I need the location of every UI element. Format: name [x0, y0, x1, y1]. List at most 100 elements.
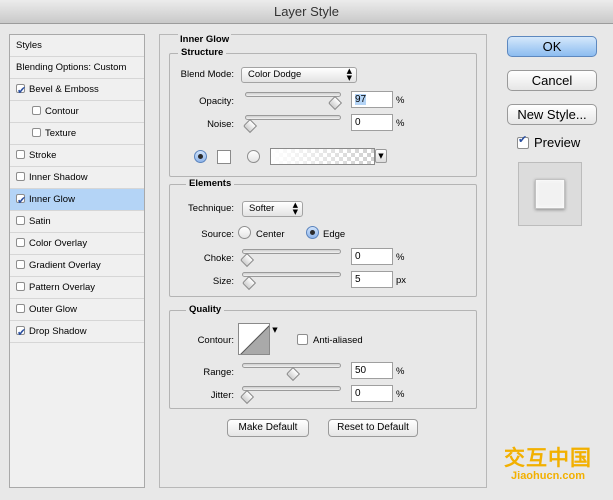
style-list-item[interactable]: Texture	[10, 123, 144, 145]
style-list-label: Satin	[29, 216, 51, 227]
style-list-label: Texture	[45, 128, 77, 139]
style-list-item[interactable]: Inner Glow	[10, 189, 144, 211]
range-label: Range:	[203, 367, 234, 378]
reset-default-button[interactable]: Reset to Default	[328, 419, 418, 437]
choke-label: Choke:	[203, 253, 234, 264]
contour-label: Contour:	[197, 335, 234, 346]
elements-title: Elements	[186, 178, 235, 189]
opacity-value: 97	[355, 94, 367, 105]
style-list-label: Contour	[45, 106, 79, 117]
gradient-picker[interactable]	[270, 148, 375, 165]
quality-title: Quality	[186, 304, 225, 315]
range-slider-thumb[interactable]	[285, 366, 300, 382]
contour-picker[interactable]	[238, 323, 270, 355]
inner-glow-panel: Inner Glow Structure Blend Mode: Color D…	[159, 34, 487, 488]
technique-select[interactable]: Softer ▲ ▼	[242, 201, 303, 217]
structure-group: Structure Blend Mode: Color Dodge ▲ ▼ Opa…	[169, 47, 477, 177]
technique-value: Softer	[249, 203, 275, 214]
style-checkbox[interactable]	[16, 304, 25, 313]
contour-dropdown-icon[interactable]: ▼	[271, 324, 279, 338]
watermark: 交互中国 Jiaohucn.com	[498, 442, 598, 482]
style-checkbox[interactable]	[16, 260, 25, 269]
noise-slider-thumb[interactable]	[242, 118, 258, 134]
style-list-item[interactable]: Drop Shadow	[10, 321, 144, 343]
noise-label: Noise:	[207, 119, 234, 130]
size-slider[interactable]	[242, 272, 341, 277]
style-checkbox[interactable]	[32, 128, 41, 137]
style-list-label: Pattern Overlay	[29, 282, 95, 293]
style-checkbox[interactable]	[32, 106, 41, 115]
style-list-item[interactable]: Pattern Overlay	[10, 277, 144, 299]
choke-field[interactable]: 0	[351, 248, 393, 265]
style-list-label: Color Overlay	[29, 238, 88, 249]
style-list-item[interactable]: Outer Glow	[10, 299, 144, 321]
style-list-item[interactable]: Satin	[10, 211, 144, 233]
style-checkbox[interactable]	[16, 216, 25, 225]
glow-color-swatch[interactable]	[217, 150, 231, 164]
opacity-unit: %	[396, 95, 405, 106]
style-checkbox[interactable]	[16, 238, 25, 247]
style-list-label: Inner Shadow	[29, 172, 88, 183]
style-list-item[interactable]: Gradient Overlay	[10, 255, 144, 277]
size-label: Size:	[212, 276, 234, 287]
opacity-label: Opacity:	[199, 96, 234, 107]
opacity-slider[interactable]	[245, 92, 341, 97]
style-checkbox[interactable]	[16, 150, 25, 159]
opacity-field[interactable]: 97	[351, 91, 393, 108]
noise-slider[interactable]	[245, 115, 341, 120]
preview-checkbox[interactable]	[517, 133, 529, 149]
contour-curve-icon	[240, 325, 269, 354]
new-style-button[interactable]: New Style...	[507, 104, 597, 125]
anti-aliased-checkbox[interactable]	[297, 334, 308, 345]
make-default-button[interactable]: Make Default	[227, 419, 309, 437]
style-list-item[interactable]: Bevel & Emboss	[10, 79, 144, 101]
gradient-radio[interactable]	[247, 150, 260, 163]
size-slider-thumb[interactable]	[241, 275, 256, 291]
style-list-item[interactable]: Contour	[10, 101, 144, 123]
cancel-button[interactable]: Cancel	[507, 70, 597, 91]
source-edge-label: Edge	[323, 229, 346, 240]
panel-title: Inner Glow	[178, 34, 232, 45]
range-unit: %	[396, 366, 405, 377]
source-center-label: Center	[256, 229, 285, 240]
preview-sample	[535, 179, 565, 209]
style-list-label: Drop Shadow	[29, 326, 87, 337]
jitter-field[interactable]: 0	[351, 385, 393, 402]
style-list-item[interactable]: Stroke	[10, 145, 144, 167]
jitter-slider-thumb[interactable]	[239, 389, 255, 405]
choke-unit: %	[396, 252, 405, 263]
noise-field[interactable]: 0	[351, 114, 393, 131]
blend-mode-select[interactable]: Color Dodge ▲ ▼	[241, 67, 357, 83]
choke-slider-thumb[interactable]	[239, 252, 255, 268]
choke-slider[interactable]	[242, 249, 341, 254]
source-edge-radio[interactable]	[306, 226, 319, 239]
jitter-slider[interactable]	[242, 386, 341, 391]
size-field[interactable]: 5	[351, 271, 393, 288]
watermark-url: Jiaohucn.com	[511, 470, 585, 482]
style-list-item[interactable]: Color Overlay	[10, 233, 144, 255]
preview-label: Preview	[534, 135, 581, 150]
style-list-item[interactable]: Inner Shadow	[10, 167, 144, 189]
style-checkbox[interactable]	[16, 172, 25, 181]
style-list-label: Gradient Overlay	[29, 260, 101, 271]
style-checkbox[interactable]	[16, 190, 26, 211]
source-center-radio[interactable]	[238, 226, 251, 239]
technique-label: Technique:	[188, 203, 234, 214]
structure-title: Structure	[178, 47, 227, 58]
style-preview	[518, 162, 582, 226]
gradient-dropdown-icon[interactable]: ▼	[375, 149, 387, 163]
noise-unit: %	[396, 118, 405, 129]
style-checkbox[interactable]	[16, 322, 26, 343]
style-checkbox[interactable]	[16, 80, 26, 101]
style-list-label: Inner Glow	[29, 194, 75, 205]
style-checkbox[interactable]	[16, 282, 25, 291]
range-field[interactable]: 50	[351, 362, 393, 379]
style-list-item[interactable]: Styles	[10, 35, 144, 57]
opacity-slider-thumb[interactable]	[328, 95, 343, 111]
style-list-label: Blending Options: Custom	[16, 62, 127, 73]
jitter-unit: %	[396, 389, 405, 400]
ok-button[interactable]: OK	[507, 36, 597, 57]
solid-color-radio[interactable]	[194, 150, 207, 163]
updown-arrows-icon: ▲ ▼	[346, 67, 352, 82]
style-list-item[interactable]: Blending Options: Custom	[10, 57, 144, 79]
